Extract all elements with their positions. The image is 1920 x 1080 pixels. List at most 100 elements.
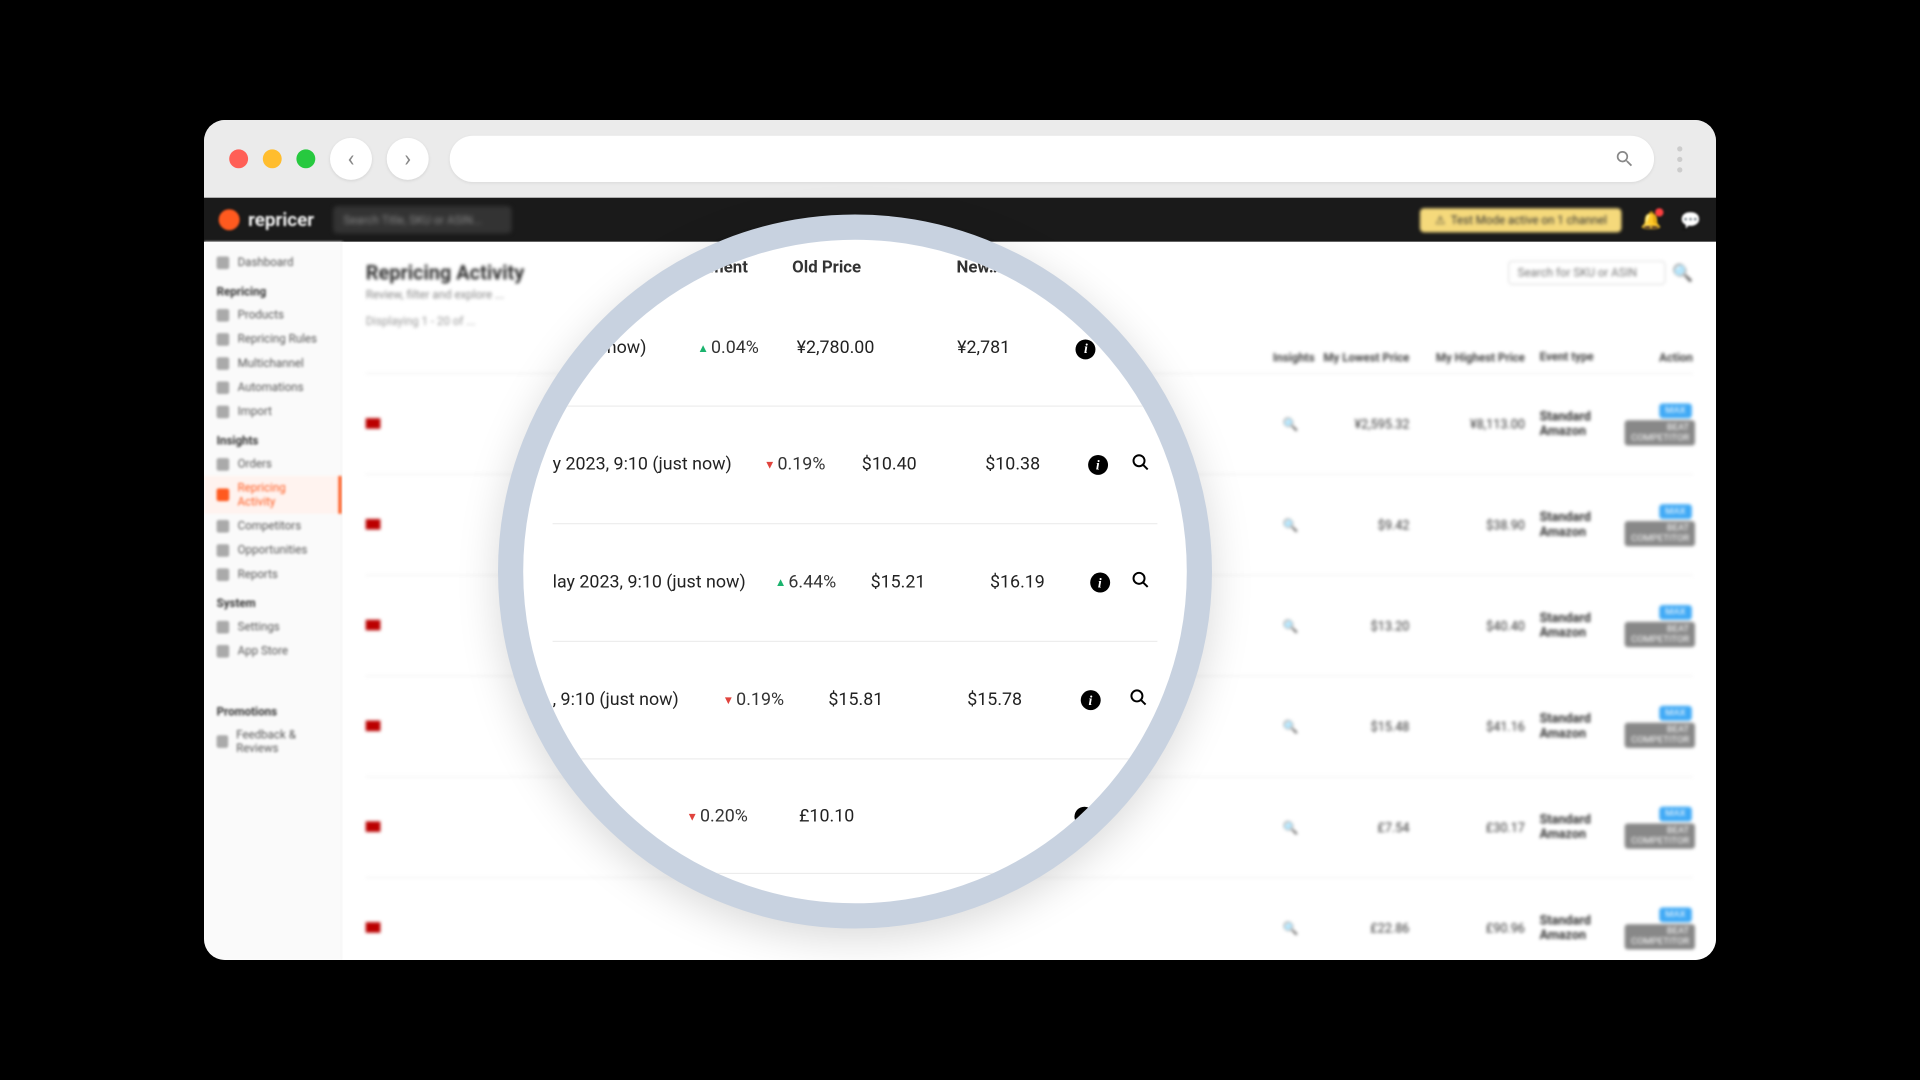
- cell-action: MAXBEAT COMPETITOR: [1624, 905, 1693, 950]
- th-mylowest: My Lowest Price: [1309, 351, 1425, 365]
- mag-time: lay 2023, 9:10 (just now): [553, 572, 746, 593]
- url-bar[interactable]: [450, 136, 1654, 182]
- cell-mylowest: $13.20: [1309, 618, 1425, 633]
- th-myhighest: My Highest Price: [1424, 351, 1540, 365]
- page-title: Repricing Activity: [366, 261, 525, 285]
- cell-myhighest: £90.96: [1424, 921, 1540, 936]
- info-icon[interactable]: i: [1062, 689, 1119, 711]
- cell-event: StandardAmazon: [1540, 409, 1624, 438]
- mag-old-price: $15.21: [836, 572, 960, 593]
- sidebar-item-dashboard[interactable]: Dashboard: [204, 250, 342, 274]
- cell-mylowest: £22.86: [1309, 921, 1425, 936]
- cell-mylowest: $15.48: [1309, 719, 1425, 734]
- insight-icon[interactable]: 🔍: [1273, 719, 1309, 734]
- mag-th-oldprice: Old Price: [748, 257, 906, 277]
- sidebar-item-appstore[interactable]: App Store: [204, 639, 342, 663]
- search-icon: [1614, 148, 1635, 169]
- logo-icon: [219, 209, 240, 230]
- notifications-icon[interactable]: 🔔: [1641, 210, 1662, 230]
- flag-icon: [366, 418, 381, 429]
- flag-icon: [366, 720, 381, 731]
- search-icon[interactable]: 🔍: [1672, 263, 1693, 283]
- th-insights: Insights: [1273, 351, 1309, 365]
- insight-icon[interactable]: 🔍: [1273, 417, 1309, 432]
- mag-old-price: $15.81: [784, 689, 928, 710]
- cell-action: MAXBEAT COMPETITOR: [1624, 401, 1693, 446]
- sidebar-section-system: System: [204, 586, 342, 614]
- insight-icon[interactable]: 🔍: [1273, 820, 1309, 835]
- sidebar-item-orders[interactable]: Orders: [204, 452, 342, 476]
- insight-icon[interactable]: 🔍: [1273, 517, 1309, 532]
- test-mode-badge[interactable]: ⚠ Test Mode active on 1 channel: [1420, 208, 1621, 232]
- info-icon[interactable]: i: [1055, 337, 1116, 359]
- sidebar-item-products[interactable]: Products: [204, 303, 342, 327]
- sidebar-item-opportunities[interactable]: Opportunities: [204, 538, 342, 562]
- sidebar-item-reports[interactable]: Reports: [204, 562, 342, 586]
- mag-search-icon[interactable]: [1124, 570, 1157, 594]
- maximize-window-icon[interactable]: [296, 149, 315, 168]
- mag-new-price: $16.19: [960, 572, 1075, 593]
- sidebar-item-competitors[interactable]: Competitors: [204, 514, 342, 538]
- th-event: Event type: [1540, 351, 1624, 365]
- close-window-icon[interactable]: [229, 149, 248, 168]
- minimize-window-icon[interactable]: [263, 149, 282, 168]
- sidebar-item-repricing-activity[interactable]: Repricing Activity: [204, 476, 342, 514]
- cell-event: StandardAmazon: [1540, 510, 1624, 539]
- global-search[interactable]: Search Title, SKU or ASIN...: [333, 206, 511, 233]
- mag-row: 0 (just now) 0.04% ¥2,780.00 ¥2,781 i: [553, 306, 1158, 406]
- flag-icon: [366, 922, 381, 933]
- cell-event: StandardAmazon: [1540, 813, 1624, 842]
- sidebar-item-automations[interactable]: Automations: [204, 375, 342, 399]
- sidebar-item-feedback[interactable]: Feedback & Reviews: [204, 723, 342, 761]
- cell-mylowest: £7.54: [1309, 820, 1425, 835]
- cell-myhighest: $41.16: [1424, 719, 1540, 734]
- info-icon[interactable]: i: [1075, 571, 1124, 593]
- info-icon[interactable]: i: [1052, 805, 1115, 827]
- sidebar: Dashboard Repricing Products Repricing R…: [204, 242, 343, 960]
- table-row[interactable]: 🔍 £22.86 £90.96 StandardAmazon MAXBEAT C…: [366, 878, 1693, 960]
- page-search: 🔍: [1508, 261, 1693, 285]
- back-button[interactable]: ‹: [330, 138, 372, 180]
- brand-text: repricer: [248, 209, 314, 231]
- mag-new-price: $10.38: [953, 454, 1072, 475]
- mag-row: , 9:10 (just now) 0.19% $15.81 $15.78 i: [553, 641, 1158, 759]
- cell-event: StandardAmazon: [1540, 611, 1624, 640]
- cell-myhighest: $38.90: [1424, 517, 1540, 532]
- mag-movement: 0.19%: [732, 454, 826, 475]
- page-subtitle: Review, filter and explore ...: [366, 288, 525, 302]
- cell-myhighest: £30.17: [1424, 820, 1540, 835]
- browser-chrome: ‹ ›: [204, 120, 1716, 198]
- cell-action: MAXBEAT COMPETITOR: [1624, 704, 1693, 749]
- mag-movement: 0.20%: [632, 805, 748, 826]
- info-icon[interactable]: i: [1072, 454, 1123, 476]
- mag-time: y 2023, 9:10 (just now): [553, 454, 732, 475]
- cell-event: StandardAmazon: [1540, 913, 1624, 942]
- sidebar-section-insights: Insights: [204, 423, 342, 451]
- insight-icon[interactable]: 🔍: [1273, 618, 1309, 633]
- flag-icon: [366, 518, 381, 529]
- sidebar-item-multichannel[interactable]: Multichannel: [204, 351, 342, 375]
- chat-icon[interactable]: 💬: [1680, 210, 1701, 230]
- insight-icon[interactable]: 🔍: [1273, 921, 1309, 936]
- traffic-lights: [229, 149, 315, 168]
- mag-movement: 6.44%: [746, 572, 837, 593]
- mag-search-icon[interactable]: [1119, 688, 1157, 712]
- cell-action: MAXBEAT COMPETITOR: [1624, 502, 1693, 547]
- mag-old-price: £10.10: [748, 805, 906, 826]
- flag-icon: [366, 619, 381, 630]
- cell-myhighest: ¥8,113.00: [1424, 417, 1540, 432]
- brand-logo[interactable]: repricer: [219, 209, 314, 231]
- sidebar-item-settings[interactable]: Settings: [204, 615, 342, 639]
- mag-movement: 0.19%: [679, 689, 784, 710]
- mag-row: y 2023, 9:10 (just now) 0.19% $10.40 $10…: [553, 406, 1158, 524]
- cell-action: MAXBEAT COMPETITOR: [1624, 805, 1693, 850]
- th-action: Action: [1624, 351, 1693, 365]
- mag-movement: 0.04%: [646, 338, 758, 359]
- browser-menu-icon[interactable]: [1669, 146, 1691, 172]
- forward-button[interactable]: ›: [387, 138, 429, 180]
- mag-search-icon[interactable]: [1123, 452, 1157, 476]
- mag-new-price: $15.78: [928, 689, 1062, 710]
- sidebar-item-repricing-rules[interactable]: Repricing Rules: [204, 327, 342, 351]
- sidebar-item-import[interactable]: Import: [204, 399, 342, 423]
- page-search-input[interactable]: [1508, 261, 1666, 285]
